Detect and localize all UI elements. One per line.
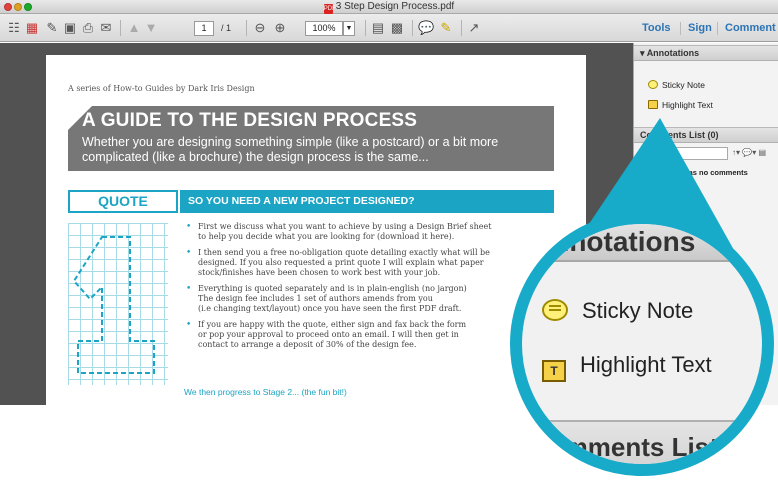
screenshot: PDF3 Step Design Process.pdf ☷ ▦ ✎ ▣ ⎙ ✉… xyxy=(0,0,778,494)
magnified-annotations-header: Annotations xyxy=(522,224,762,262)
magnified-sticky-note: Sticky Note xyxy=(542,298,693,324)
magnified-panel: Annotations Sticky Note T Highlight Text … xyxy=(522,224,762,464)
highlight-text-icon: T xyxy=(542,360,566,382)
sticky-note-icon xyxy=(542,299,568,321)
magnifier-callout: Annotations Sticky Note T Highlight Text … xyxy=(510,212,774,476)
magnified-highlight-text: T Highlight Text xyxy=(542,352,712,382)
